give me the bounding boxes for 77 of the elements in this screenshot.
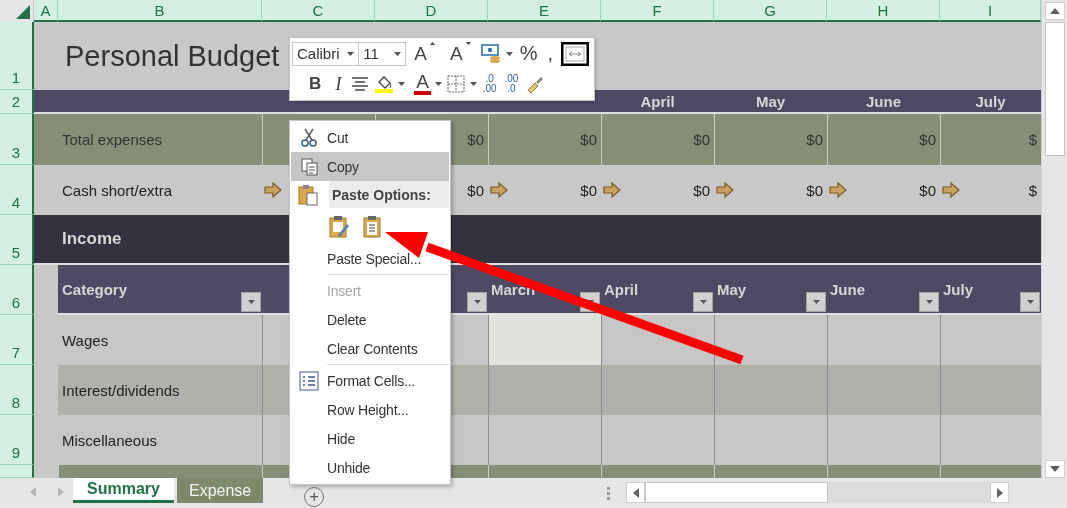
menu-label: Row Height...: [327, 401, 409, 418]
column-header[interactable]: G: [714, 0, 827, 22]
increase-decimal-button[interactable]: .0 .00: [478, 72, 501, 97]
column-label: July: [943, 280, 973, 298]
menu-label: Paste Special...: [327, 250, 422, 267]
grow-font-button[interactable]: A: [410, 41, 442, 66]
row-header[interactable]: 8: [0, 365, 34, 415]
shrink-font-button[interactable]: A: [445, 41, 478, 66]
cell-value: $: [1028, 181, 1037, 199]
row-label: Interest/dividends: [58, 365, 262, 415]
sheet-tab[interactable]: Expense: [177, 478, 264, 503]
menu-label: Cut: [327, 129, 349, 146]
format-button[interactable]: ,: [542, 41, 558, 66]
column-header[interactable]: H: [827, 0, 940, 22]
menu-label: Hide: [327, 430, 355, 447]
table-cell: $0: [827, 114, 940, 165]
cell-value: $0: [919, 181, 936, 199]
sheet-tab[interactable]: Summary: [73, 478, 174, 503]
menu-item[interactable]: Row Height...: [291, 395, 449, 424]
menu-label: Clear Contents: [327, 340, 418, 357]
column-label: June: [830, 280, 865, 298]
column-header[interactable]: F: [601, 0, 714, 22]
column-header[interactable]: A: [34, 0, 58, 22]
cell-value: $0: [580, 181, 597, 199]
menu-item[interactable]: Copy: [291, 152, 449, 181]
table-cell: $: [940, 114, 1041, 165]
menu-label: Copy: [327, 158, 359, 175]
menu-item[interactable]: Delete: [291, 305, 449, 334]
cell-value: $0: [467, 181, 484, 199]
month-header: May: [714, 90, 827, 114]
row-header[interactable]: 5: [0, 215, 34, 265]
cell-value: $0: [806, 181, 823, 199]
column-header[interactable]: D: [375, 0, 488, 22]
row-header[interactable]: 3: [0, 114, 34, 165]
row-header[interactable]: 2: [0, 90, 34, 114]
menu-item[interactable]: Unhide: [291, 453, 449, 482]
menu-section-header: Paste Options:: [329, 181, 449, 208]
menu-item[interactable]: Clear Contents: [291, 334, 449, 363]
sheet-title: Personal Budget: [65, 39, 280, 73]
menu-label: Format Cells...: [327, 372, 415, 389]
menu-item[interactable]: Hide: [291, 424, 449, 453]
row-header[interactable]: 6: [0, 265, 34, 315]
font-size-field[interactable]: 11: [358, 41, 407, 66]
font-size: 11: [363, 45, 379, 63]
row-label: Cash short/extra: [58, 165, 262, 215]
column-label: April: [604, 280, 639, 298]
menu-label: Delete: [327, 311, 367, 328]
row-header[interactable]: 4: [0, 165, 34, 215]
column-header[interactable]: I: [940, 0, 1041, 22]
month-header: June: [827, 90, 940, 114]
bold-button[interactable]: B: [301, 72, 330, 97]
table-cell: $0: [488, 114, 601, 165]
row-header[interactable]: 1: [0, 22, 34, 90]
menu-label: Insert: [327, 282, 361, 299]
menu-item[interactable]: Format Cells...: [291, 366, 449, 395]
column-header[interactable]: C: [262, 0, 375, 22]
table-cell: $0: [601, 114, 714, 165]
month-header: April: [601, 90, 714, 114]
font-field[interactable]: Calibri: [292, 41, 360, 66]
column-label: Category: [62, 280, 128, 298]
column-label: May: [717, 280, 747, 298]
menu-label: Unhide: [327, 459, 371, 476]
column-header[interactable]: B: [58, 0, 262, 22]
italic-button[interactable]: I: [329, 72, 348, 97]
month-header: July: [940, 90, 1041, 114]
decrease-decimal-button[interactable]: .00 .0: [500, 72, 523, 97]
font-name: Calibri: [297, 45, 340, 63]
font-color-button[interactable]: A: [412, 72, 433, 97]
table-cell: $0: [714, 114, 827, 165]
format-button[interactable]: %: [514, 41, 543, 66]
row-label: Wages: [58, 315, 262, 365]
row-header[interactable]: 7: [0, 315, 34, 365]
row-header[interactable]: 9: [0, 415, 34, 465]
cell-value: $0: [693, 181, 710, 199]
row-label: Miscellaneous: [58, 415, 262, 465]
column-header[interactable]: E: [488, 0, 601, 22]
row-label: Total expenses: [58, 114, 262, 165]
